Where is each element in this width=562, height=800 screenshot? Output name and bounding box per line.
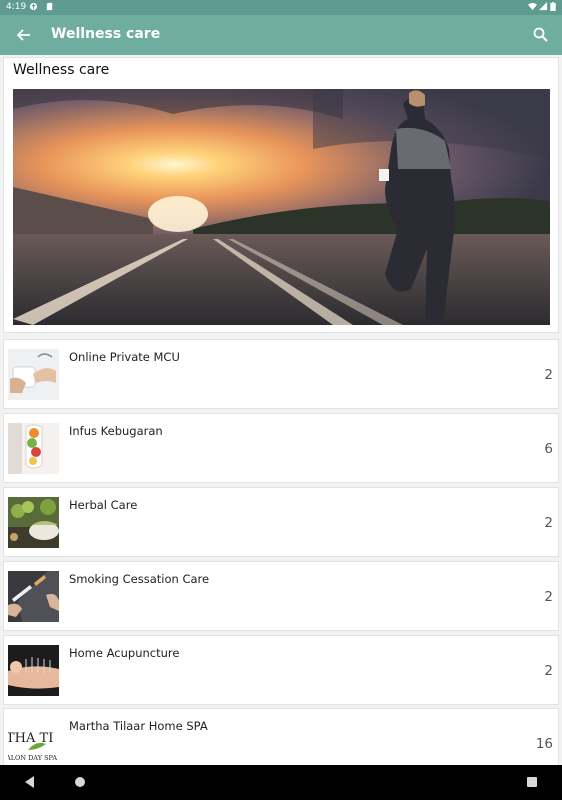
item-count: 6 [544,441,553,457]
item-label: Herbal Care [69,498,138,512]
sd-card-icon [46,2,53,11]
wifi-icon [528,2,537,11]
item-count: 2 [544,663,553,679]
item-count: 2 [544,367,553,383]
nav-back-icon[interactable] [22,774,38,790]
nav-home-icon[interactable] [72,774,88,790]
item-count: 16 [535,736,553,752]
online-mcu-thumbnail [8,349,59,400]
back-arrow-icon[interactable] [14,25,34,45]
list-item[interactable]: Herbal Care 2 [3,487,559,557]
category-header-card: Wellness care [3,57,559,333]
list-item[interactable]: Infus Kebugaran 6 [3,413,559,483]
navigation-bar [0,765,562,800]
item-label: Online Private MCU [69,350,180,364]
list-item[interactable]: Smoking Cessation Care 2 [3,561,559,631]
item-label: Home Acupuncture [69,646,180,660]
list-item[interactable]: THA TI ALON DAY SPA Martha Tilaar Home S… [3,708,559,769]
notification-icon [29,2,38,11]
herbal-care-thumbnail [8,497,59,548]
item-label: Martha Tilaar Home SPA [69,719,208,733]
logo-subtext: ALON DAY SPA [8,754,57,762]
nav-recents-icon[interactable] [524,774,540,790]
item-label: Infus Kebugaran [69,424,163,438]
item-count: 2 [544,589,553,605]
list-item[interactable]: Home Acupuncture 2 [3,635,559,705]
status-bar: 4:19 [0,0,562,15]
hero-image [13,89,550,325]
cellular-icon [539,2,548,11]
battery-icon [550,2,556,11]
list-item[interactable]: Online Private MCU 2 [3,339,559,409]
smoking-cessation-thumbnail [8,571,59,622]
status-time: 4:19 [6,2,27,12]
item-count: 2 [544,515,553,531]
search-icon[interactable] [532,26,550,44]
item-label: Smoking Cessation Care [69,572,210,586]
infus-kebugaran-thumbnail [8,423,59,474]
logo-text: THA TI [8,731,53,746]
martha-tilaar-logo-thumbnail: THA TI ALON DAY SPA [8,718,59,769]
app-bar-title: Wellness care [51,26,161,42]
app-bar: Wellness care [0,15,562,55]
category-title: Wellness care [13,62,110,78]
home-acupuncture-thumbnail [8,645,59,696]
